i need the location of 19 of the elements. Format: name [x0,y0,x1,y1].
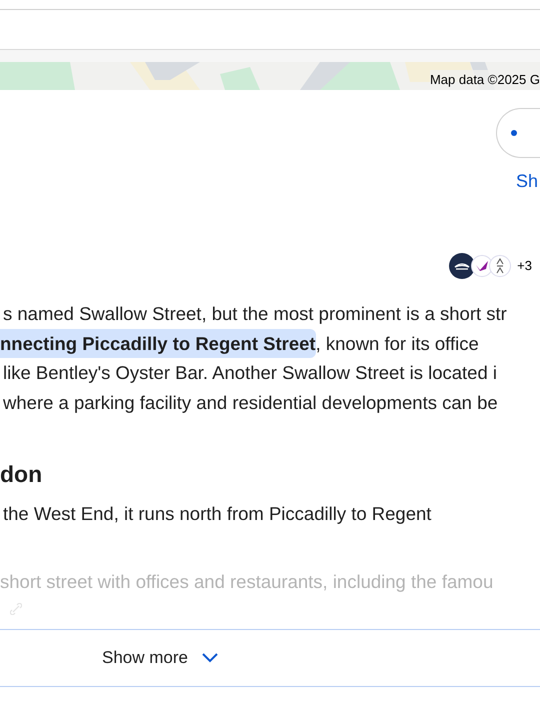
section-text: the West End, it runs north from Piccadilly to Regent [2,502,432,526]
show-more-button[interactable]: Show more [0,629,540,687]
answer-text: s named Swallow Street, but the most prominent is a short str [2,302,507,326]
map-attribution: Map data ©2025 G [430,70,540,90]
source-logo-icon [449,253,476,279]
faded-text: short street with offices and restaurants, including the famou [0,570,494,594]
answer-text: where a parking facility and residential developments can be [2,390,498,415]
source-logo-icon [489,255,512,277]
chevron-down-icon [202,653,218,663]
share-label[interactable]: Sh [516,168,538,195]
more-sources-count: +3 [517,257,532,276]
link-icon [10,603,22,615]
share-button[interactable] [496,108,540,158]
section-heading: don [0,460,44,489]
source-logo-icon [471,255,494,277]
answer-text: , known for its office [316,332,479,356]
dot-icon [511,130,517,136]
answer-text: like Bentley's Oyster Bar. Another Swallow Street is located i [2,361,498,385]
highlighted-text: nnecting Piccadilly to Regent Street [0,328,316,358]
